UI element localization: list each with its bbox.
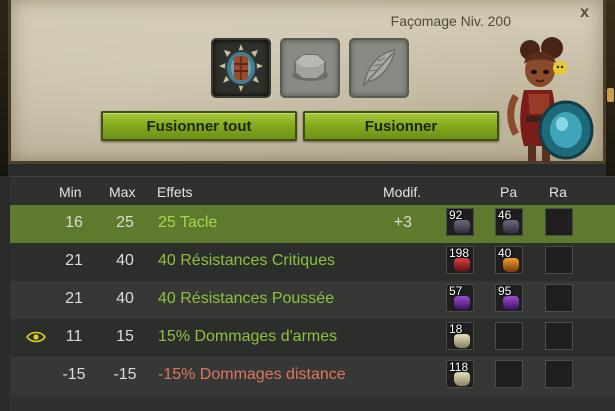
row-effect: -15% Dommages distance: [158, 366, 346, 383]
rune-slot-ra[interactable]: [545, 322, 573, 350]
rune-count: 118: [449, 360, 469, 374]
table-row[interactable]: 21 40 40 Résistances Critiques 198 40: [10, 243, 615, 281]
row-effect: 15% Dommages d'armes: [158, 328, 338, 345]
eye-icon[interactable]: [26, 331, 46, 343]
rune-gem-icon: [454, 372, 470, 386]
rune-count: 40: [498, 246, 512, 260]
rune-gem-icon: [503, 220, 519, 234]
rune-slot-normal[interactable]: 198: [446, 246, 474, 274]
rune-count: 95: [498, 284, 512, 298]
item-slot-shield[interactable]: [211, 38, 271, 98]
border-ornament: [607, 88, 614, 102]
panel-right-border: [606, 0, 615, 176]
row-min: 11: [65, 328, 83, 345]
panel-left-border: [0, 0, 8, 176]
row-effect: 40 Résistances Critiques: [158, 252, 335, 269]
rune-gem-icon: [454, 258, 470, 272]
rune-placeholder-icon: [292, 54, 328, 81]
column-header-ra: Ra: [549, 184, 567, 200]
rune-slot-pa[interactable]: 95: [495, 284, 523, 312]
rune-slot-normal[interactable]: 92: [446, 208, 474, 236]
rune-slot[interactable]: [280, 38, 340, 98]
row-min: 21: [65, 290, 83, 307]
rune-slot-normal[interactable]: 18: [446, 322, 474, 350]
fuse-button[interactable]: Fusionner: [303, 111, 499, 141]
column-header-max: Max: [109, 184, 136, 200]
row-max: -15: [113, 366, 137, 383]
table-row[interactable]: 21 40 40 Résistances Poussée 57 95: [10, 281, 615, 319]
rune-slot-pa[interactable]: [495, 360, 523, 388]
row-min: 21: [65, 252, 83, 269]
rune-count: 18: [449, 322, 463, 336]
table-row[interactable]: 11 15 15% Dommages d'armes 18: [10, 319, 615, 357]
rune-slot-normal[interactable]: 57: [446, 284, 474, 312]
rune-count: 198: [449, 246, 470, 260]
rune-slot-ra[interactable]: [545, 360, 573, 388]
craft-level-label: Façomage Niv. 200: [390, 13, 511, 29]
rune-gem-icon: [503, 258, 519, 272]
rune-count: 57: [449, 284, 463, 298]
table-row[interactable]: -15 -15 -15% Dommages distance 118: [10, 357, 615, 395]
row-min: 16: [65, 214, 83, 231]
rune-gem-icon: [454, 334, 470, 348]
feather-placeholder-icon: [362, 49, 396, 87]
fuse-all-button[interactable]: Fusionner tout: [101, 111, 297, 141]
column-header-min: Min: [59, 184, 82, 200]
effects-table: Min Max Effets Modif. Pa Ra 16 25 25 Tac…: [10, 176, 615, 411]
rune-gem-icon: [454, 296, 470, 310]
fusion-panel: Façomage Niv. 200 x Fusionner tout Fusio…: [0, 0, 615, 176]
column-header-modif: Modif.: [383, 184, 422, 200]
rune-slot-normal[interactable]: 118: [446, 360, 474, 388]
close-button[interactable]: x: [580, 4, 589, 22]
row-max: 40: [116, 290, 134, 307]
table-header: Min Max Effets Modif. Pa Ra: [10, 177, 615, 205]
rune-slot-pa[interactable]: 40: [495, 246, 523, 274]
rune-count: 46: [498, 208, 512, 222]
rune-gem-icon: [503, 296, 519, 310]
character-portrait: [507, 37, 594, 162]
row-max: 15: [116, 328, 134, 345]
rune-gem-icon: [454, 220, 470, 234]
row-modif: +3: [393, 214, 412, 231]
rune-slot-ra[interactable]: [545, 246, 573, 274]
column-header-effects: Effets: [157, 184, 193, 200]
row-effect: 25 Tacle: [158, 214, 218, 231]
row-min: -15: [62, 366, 86, 383]
rune-slot-ra[interactable]: [545, 208, 573, 236]
shield-item-icon: [219, 44, 263, 92]
row-max: 25: [116, 214, 134, 231]
transcendence-slot[interactable]: [349, 38, 409, 98]
row-max: 40: [116, 252, 134, 269]
row-effect: 40 Résistances Poussée: [158, 290, 335, 307]
rune-slot-pa[interactable]: [495, 322, 523, 350]
rune-slot-pa[interactable]: 46: [495, 208, 523, 236]
table-row[interactable]: 16 25 25 Tacle +3 92 46: [10, 205, 615, 243]
column-header-pa: Pa: [500, 184, 518, 200]
rune-count: 92: [449, 208, 463, 222]
rune-slot-ra[interactable]: [545, 284, 573, 312]
